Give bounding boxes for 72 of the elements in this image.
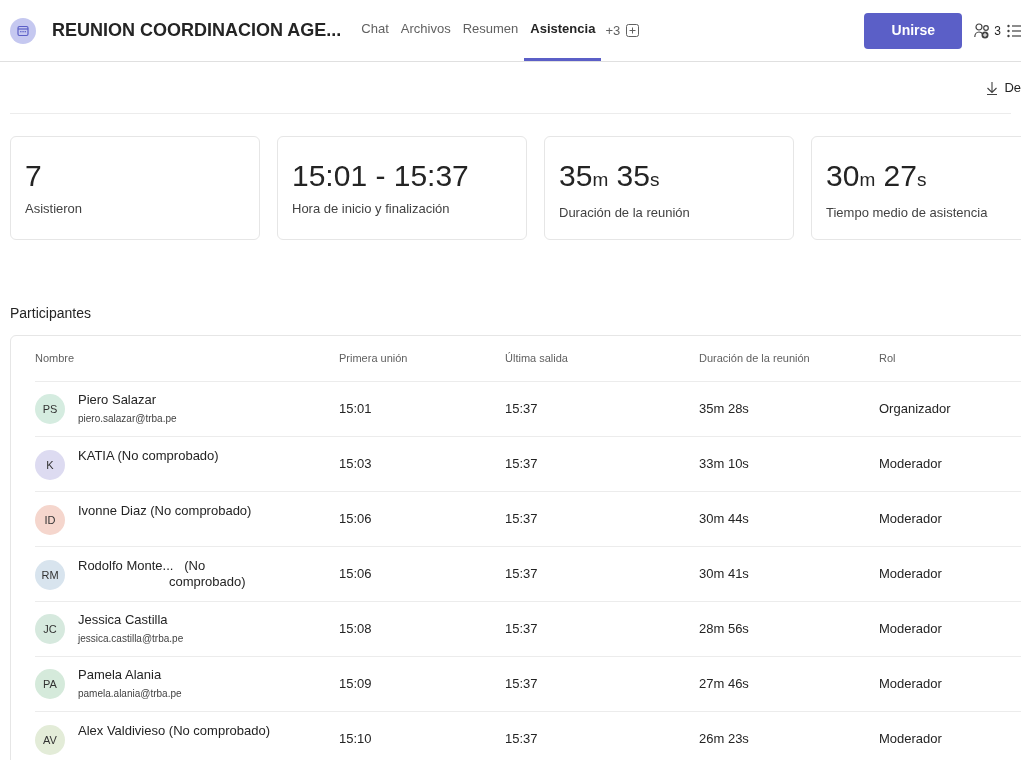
table-cell-text: 28m 56s bbox=[699, 620, 749, 639]
avatar: AV bbox=[35, 725, 65, 755]
tab[interactable]: Chat bbox=[355, 0, 395, 61]
table-cell-text: 15:09 bbox=[339, 675, 372, 694]
table-cell-text: Moderador bbox=[879, 730, 942, 749]
table-cell-text: 15:10 bbox=[339, 730, 372, 749]
table-cell-text: 15:37 bbox=[505, 510, 538, 529]
participant-name: Pamela Alania bbox=[78, 667, 163, 683]
stat-value: 30m 27s bbox=[826, 159, 928, 194]
meeting-title: REUNION COORDINACION AGE... bbox=[52, 19, 342, 42]
participant-email: jessica.castilla@trba.pe bbox=[78, 632, 184, 646]
participant-name: Rodolfo Monte... (No comprobado) bbox=[78, 558, 246, 590]
column-header: Nombre bbox=[35, 351, 75, 367]
table-cell-text: 15:37 bbox=[505, 730, 538, 749]
table-cell-text: 15:37 bbox=[505, 400, 538, 419]
table-cell-text: 15:01 bbox=[339, 400, 372, 419]
table-cell-text: 33m 10s bbox=[699, 455, 749, 474]
table-cell-text: 35m 28s bbox=[699, 400, 749, 419]
table-cell-text: 15:08 bbox=[339, 620, 372, 639]
participant-name: Ivonne Diaz (No comprobado) bbox=[78, 503, 252, 519]
table-cell-text: Moderador bbox=[879, 510, 942, 529]
table-cell-text: 15:37 bbox=[505, 675, 538, 694]
participant-name: Jessica Castilla bbox=[78, 612, 169, 628]
avatar: ID bbox=[35, 505, 65, 535]
participant-name: Alex Valdivieso (No comprobado) bbox=[78, 723, 270, 739]
list-icon[interactable] bbox=[1007, 23, 1021, 38]
download-button[interactable]: De bbox=[986, 77, 1021, 98]
stat-value: 7 bbox=[25, 159, 43, 193]
calendar-icon bbox=[10, 17, 36, 44]
table-cell-text: 27m 46s bbox=[699, 675, 749, 694]
table-cell-text: 30m 41s bbox=[699, 565, 749, 584]
avatar: K bbox=[35, 450, 65, 480]
table-cell-text: 26m 23s bbox=[699, 730, 749, 749]
table-cell-text: Moderador bbox=[879, 455, 942, 474]
participant-name: Piero Salazar bbox=[78, 392, 158, 408]
participant-email: pamela.alania@trba.pe bbox=[78, 687, 182, 701]
table-cell-text: 30m 44s bbox=[699, 510, 749, 529]
stat-label: Duración de la reunión bbox=[559, 204, 691, 222]
table-cell-text: 15:06 bbox=[339, 510, 372, 529]
column-header: Última salida bbox=[505, 351, 568, 367]
add-tab-icon[interactable] bbox=[626, 24, 640, 37]
stat-label: Asistieron bbox=[25, 200, 84, 218]
avatar: PA bbox=[35, 669, 65, 699]
table-cell-text: 15:06 bbox=[339, 565, 372, 584]
table-cell-text: 15:37 bbox=[505, 565, 538, 584]
download-icon bbox=[986, 80, 999, 95]
more-tabs-button[interactable]: +3 bbox=[601, 0, 625, 61]
table-cell-text: 15:37 bbox=[505, 455, 538, 474]
stat-label: Hora de inicio y finalización bbox=[292, 200, 451, 218]
table-cell-text: 15:37 bbox=[505, 620, 538, 639]
column-header: Duración de la reunión bbox=[699, 351, 810, 367]
table-cell-text: Moderador bbox=[879, 620, 942, 639]
column-header: Rol bbox=[879, 351, 896, 367]
stat-value: 35m 35s bbox=[559, 159, 661, 194]
avatar: PS bbox=[35, 394, 65, 424]
table-cell-text: 15:03 bbox=[339, 455, 372, 474]
stat-label: Tiempo medio de asistencia bbox=[826, 204, 989, 222]
participant-count: 3 bbox=[994, 22, 1001, 40]
join-button[interactable]: Unirse bbox=[864, 12, 963, 49]
column-header: Primera unión bbox=[339, 351, 408, 367]
avatar: JC bbox=[35, 614, 65, 644]
table-cell-text: Moderador bbox=[879, 565, 942, 584]
tab[interactable]: Archivos bbox=[394, 0, 457, 61]
table-cell-text: Organizador bbox=[879, 400, 951, 419]
section-title: Participantes bbox=[10, 304, 91, 323]
participant-email: piero.salazar@trba.pe bbox=[78, 412, 177, 426]
participant-name: KATIA (No comprobado) bbox=[78, 448, 219, 464]
stat-value: 15:01 - 15:37 bbox=[292, 159, 470, 193]
tab[interactable]: Resumen bbox=[456, 0, 525, 61]
avatar: RM bbox=[35, 560, 65, 590]
tab[interactable]: Asistencia bbox=[524, 0, 602, 61]
table-cell-text: Moderador bbox=[879, 675, 942, 694]
